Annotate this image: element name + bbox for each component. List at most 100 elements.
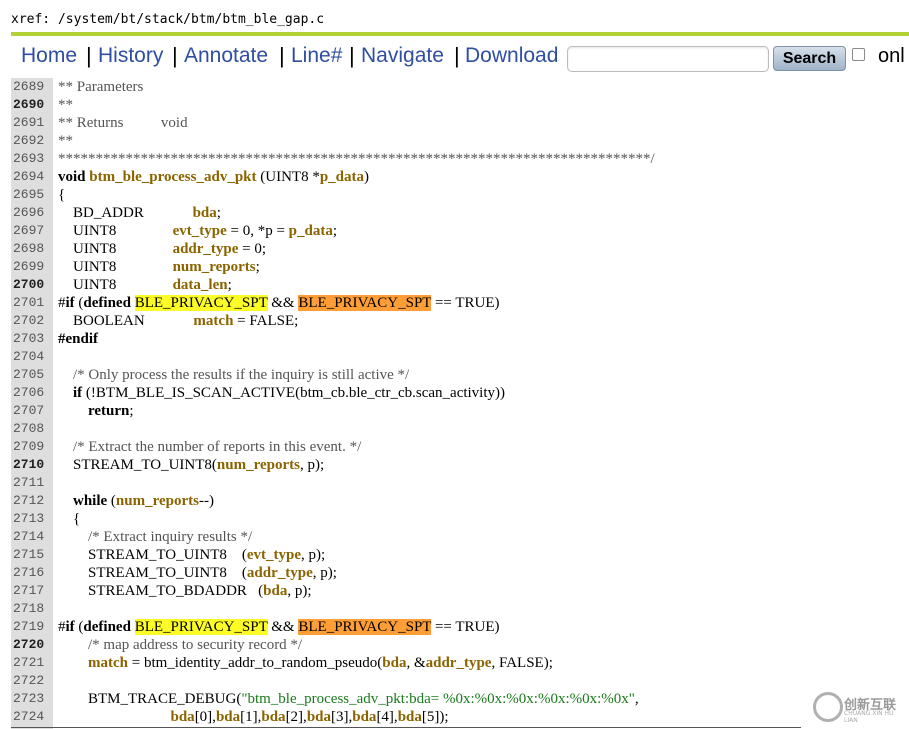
line-number[interactable]: 2698 [13, 240, 49, 258]
line-number[interactable]: 2691 [13, 114, 49, 132]
line-number[interactable]: 2695 [13, 186, 49, 204]
code-line: 2703 #endif [11, 330, 909, 348]
nav-annotate-link[interactable]: Annotate [184, 44, 268, 68]
nav-history-link[interactable]: History [98, 44, 163, 68]
search-button[interactable]: Search [773, 46, 846, 71]
code-line: 2724 bda[0],bda[1],bda[2],bda[3],bda[4],… [11, 708, 909, 726]
nav-line-link[interactable]: Line# [291, 44, 342, 68]
line-number[interactable]: 2690 [13, 96, 49, 114]
line-number[interactable]: 2706 [13, 384, 49, 402]
nav-separator: | [279, 43, 285, 68]
line-number[interactable]: 2717 [13, 582, 49, 600]
line-number[interactable]: 2701 [13, 294, 49, 312]
code-line: 2710 STREAM_TO_UINT8(num_reports, p); [11, 456, 909, 474]
line-number[interactable]: 2713 [13, 510, 49, 528]
line-number[interactable]: 2716 [13, 564, 49, 582]
code-text: ** Parameters [58, 79, 144, 95]
code-line: 2694 void btm_ble_process_adv_pkt (UINT8 … [11, 168, 909, 186]
code-line: 2690 ** [11, 96, 909, 114]
code-text: /* Extract inquiry results */ [58, 529, 253, 545]
code-text: void btm_ble_process_adv_pkt (UINT8 *p_d… [58, 169, 370, 185]
line-number[interactable]: 2709 [13, 438, 49, 456]
line-number[interactable]: 2718 [13, 600, 49, 618]
line-number[interactable]: 2723 [13, 690, 49, 708]
line-number[interactable]: 2689 [13, 78, 49, 96]
nav-separator: | [454, 43, 460, 68]
code-line: 2701 #if (defined BLE_PRIVACY_SPT && BLE_… [11, 294, 909, 312]
code-line: 2711 [11, 474, 909, 492]
line-number[interactable]: 2699 [13, 258, 49, 276]
code-text: /* Extract the number of reports in this… [58, 439, 362, 455]
code-text: #if (defined BLE_PRIVACY_SPT && BLE_PRIV… [58, 619, 500, 635]
code-text: BOOLEAN match = FALSE; [58, 313, 299, 329]
code-text: UINT8 addr_type = 0; [58, 241, 267, 257]
watermark-icon [813, 692, 843, 722]
line-number[interactable]: 2710 [13, 456, 49, 474]
code-text: BD_ADDR bda; [58, 205, 221, 221]
nav-home-link[interactable]: Home [21, 44, 77, 68]
line-number[interactable]: 2703 [13, 330, 49, 348]
code-text: while (num_reports--) [73, 493, 214, 509]
nav-download-link[interactable]: Download [465, 44, 558, 68]
code-line: 2712 while (num_reports--) [11, 492, 909, 510]
only-label: onl [878, 45, 905, 67]
code-line: 2700 UINT8 data_len; [11, 276, 909, 294]
code-line: 2718 [11, 600, 909, 618]
code-line: 2689 ** Parameters [11, 78, 909, 96]
code-line: 2693 ************************************… [11, 150, 909, 168]
line-number[interactable]: 2720 [13, 636, 49, 654]
line-number[interactable]: 2705 [13, 366, 49, 384]
only-checkbox[interactable] [852, 48, 865, 61]
line-number[interactable]: 2692 [13, 132, 49, 150]
line-number[interactable]: 2702 [13, 312, 49, 330]
watermark-logo: 创新互联 CHUANG XIN HU LIAN [810, 688, 909, 724]
xref-bar: xref: /system/bt/stack/btm/btm_ble_gap.c [0, 0, 909, 32]
code-line: 2709 /* Extract the number of reports in… [11, 438, 909, 456]
line-number[interactable]: 2724 [13, 708, 49, 726]
code-line: 2698 UINT8 addr_type = 0; [11, 240, 909, 258]
nav-separator: | [86, 43, 92, 68]
code-text: ****************************************… [58, 151, 655, 167]
line-number[interactable]: 2697 [13, 222, 49, 240]
code-text: /* map address to security record */ [58, 637, 303, 653]
code-text: #endif [58, 331, 99, 347]
accent-rule [11, 32, 909, 36]
line-number[interactable]: 2708 [13, 420, 49, 438]
code-line: 2716 STREAM_TO_UINT8 (addr_type, p); [11, 564, 909, 582]
line-number[interactable]: 2714 [13, 528, 49, 546]
line-number[interactable]: 2696 [13, 204, 49, 222]
code-line: 2705 /* Only process the results if the … [11, 366, 909, 384]
code-text: UINT8 evt_type = 0, *p = p_data; [58, 223, 338, 239]
code-text: /* Only process the results if the inqui… [58, 367, 410, 383]
code-line: 2715 STREAM_TO_UINT8 (evt_type, p); [11, 546, 909, 564]
code-text: ** Returns void [58, 115, 188, 131]
code-text: #if (defined BLE_PRIVACY_SPT && BLE_PRIV… [58, 295, 500, 311]
nav-separator: | [349, 43, 355, 68]
line-number[interactable]: 2711 [13, 474, 49, 492]
code-line: 2721 match = btm_identity_addr_to_random… [11, 654, 909, 672]
code-line: 2723 BTM_TRACE_DEBUG("btm_ble_process_ad… [11, 690, 909, 708]
line-number[interactable]: 2700 [13, 276, 49, 294]
code-line: 2706 if (!BTM_BLE_IS_SCAN_ACTIVE(btm_cb.… [11, 384, 909, 402]
code-line: 2719 #if (defined BLE_PRIVACY_SPT && BLE_… [11, 618, 909, 636]
code-line: 2692 ** [11, 132, 909, 150]
code-text: { [58, 511, 81, 527]
line-number[interactable]: 2693 [13, 150, 49, 168]
code-line: 2717 STREAM_TO_BDADDR (bda, p); [11, 582, 909, 600]
code-line: 2704 [11, 348, 909, 366]
line-number[interactable]: 2707 [13, 402, 49, 420]
line-number[interactable]: 2719 [13, 618, 49, 636]
line-number[interactable]: 2721 [13, 654, 49, 672]
line-number[interactable]: 2715 [13, 546, 49, 564]
search-input[interactable] [567, 46, 769, 72]
line-number[interactable]: 2722 [13, 672, 49, 690]
line-number[interactable]: 2704 [13, 348, 49, 366]
nav-navigate-link[interactable]: Navigate [361, 44, 444, 68]
code-text: BTM_TRACE_DEBUG("btm_ble_process_adv_pkt… [58, 691, 639, 707]
code-line: 2708 [11, 420, 909, 438]
code-line: 2722 [11, 672, 909, 690]
line-number[interactable]: 2712 [13, 492, 49, 510]
code-line: 2695 { [11, 186, 909, 204]
line-number[interactable]: 2694 [13, 168, 49, 186]
code-text: STREAM_TO_UINT8(num_reports, p); [58, 457, 325, 473]
